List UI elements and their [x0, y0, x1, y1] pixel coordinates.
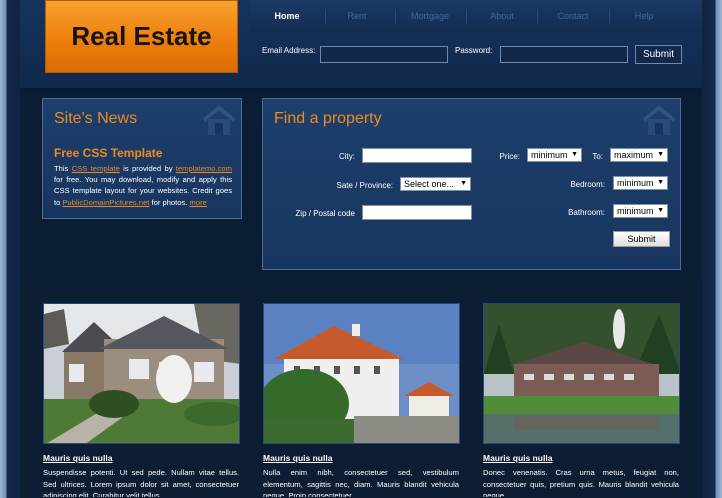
bathroom-label: Bathroom:: [568, 208, 605, 217]
house-icon: [202, 105, 236, 135]
listing-title-1[interactable]: Mauris quis nulla: [43, 453, 112, 463]
state-label: Sate / Province:: [336, 181, 393, 190]
bathroom-select[interactable]: minimum ▼: [613, 204, 668, 218]
bedroom-select[interactable]: minimum ▼: [613, 176, 668, 190]
listing-photo-2[interactable]: [263, 303, 460, 444]
css-template-link[interactable]: CSS template: [72, 164, 120, 173]
chevron-down-icon: ▼: [657, 207, 664, 214]
right-rail: [702, 0, 722, 498]
email-label: Email Address:: [262, 46, 316, 55]
zip-input[interactable]: [362, 205, 472, 220]
nav-divider: [609, 9, 610, 24]
chevron-down-icon: ▼: [460, 180, 467, 187]
nav-divider: [537, 9, 538, 24]
news-text-2: is provided by: [119, 164, 176, 173]
find-property-title: Find a property: [274, 110, 382, 127]
house-icon: [642, 105, 676, 135]
listing-photo-3[interactable]: [483, 303, 680, 444]
listing-text-2: Nulla enim nibh, consectetuer sed, vesti…: [263, 468, 459, 497]
listing-text-3: Donec venenatis. Cras urna metus, feugia…: [483, 468, 679, 497]
chevron-down-icon: ▼: [571, 151, 578, 158]
publicdomainpictures-link[interactable]: PublicDomainPictures.net: [62, 198, 149, 207]
chevron-down-icon: ▼: [657, 151, 664, 158]
left-rail: [0, 0, 20, 498]
price-label: Price:: [499, 152, 520, 161]
site-news-title: Site's News: [54, 110, 138, 127]
zip-label: Zip / Postal code: [295, 209, 355, 218]
logo-text: Real Estate: [71, 21, 212, 51]
listing-photo-1[interactable]: [43, 303, 240, 444]
price-min-select[interactable]: minimum ▼: [527, 148, 582, 162]
email-input[interactable]: [320, 46, 448, 63]
state-select[interactable]: Select one... ▼: [400, 177, 471, 191]
nav-help[interactable]: Help: [616, 0, 672, 33]
news-subtitle: Free CSS Template: [54, 146, 163, 160]
price-max-select[interactable]: maximum ▼: [610, 148, 668, 162]
bathroom-value: minimum: [617, 206, 654, 216]
nav-home[interactable]: Home: [262, 0, 312, 33]
bedroom-label: Bedroom:: [570, 180, 605, 189]
city-input[interactable]: [362, 148, 472, 163]
login-submit-button[interactable]: Submit: [635, 45, 682, 64]
state-select-value: Select one...: [404, 179, 455, 189]
nav-about[interactable]: About: [476, 0, 528, 33]
nav-divider: [395, 9, 396, 24]
bedroom-value: minimum: [617, 178, 654, 188]
nav-rent[interactable]: Rent: [332, 0, 382, 33]
to-label: To:: [592, 152, 603, 161]
price-min-value: minimum: [531, 150, 568, 160]
templatemo-link[interactable]: templatemo.com: [176, 164, 232, 173]
more-link[interactable]: more: [190, 198, 207, 207]
news-text-4: for photos.: [149, 197, 190, 207]
password-label: Password:: [455, 46, 493, 55]
news-text-1: This: [54, 164, 72, 173]
listing-title-3[interactable]: Mauris quis nulla: [483, 453, 552, 463]
nav-mortgage[interactable]: Mortgage: [402, 0, 458, 33]
main-nav: Home Rent Mortgage About Contact Help: [250, 0, 702, 33]
site-logo[interactable]: Real Estate: [45, 0, 238, 73]
password-input[interactable]: [500, 46, 628, 63]
search-submit-button[interactable]: Submit: [613, 231, 670, 247]
news-body: This CSS template is provided by templat…: [54, 163, 232, 208]
listing-text-1: Suspendisse potenti. Ut sed pede. Nullam…: [43, 468, 239, 497]
nav-divider: [466, 9, 467, 24]
chevron-down-icon: ▼: [657, 179, 664, 186]
nav-contact[interactable]: Contact: [545, 0, 601, 33]
listing-title-2[interactable]: Mauris quis nulla: [263, 453, 332, 463]
city-label: City:: [339, 152, 355, 161]
nav-divider: [325, 9, 326, 24]
price-max-value: maximum: [614, 150, 654, 160]
